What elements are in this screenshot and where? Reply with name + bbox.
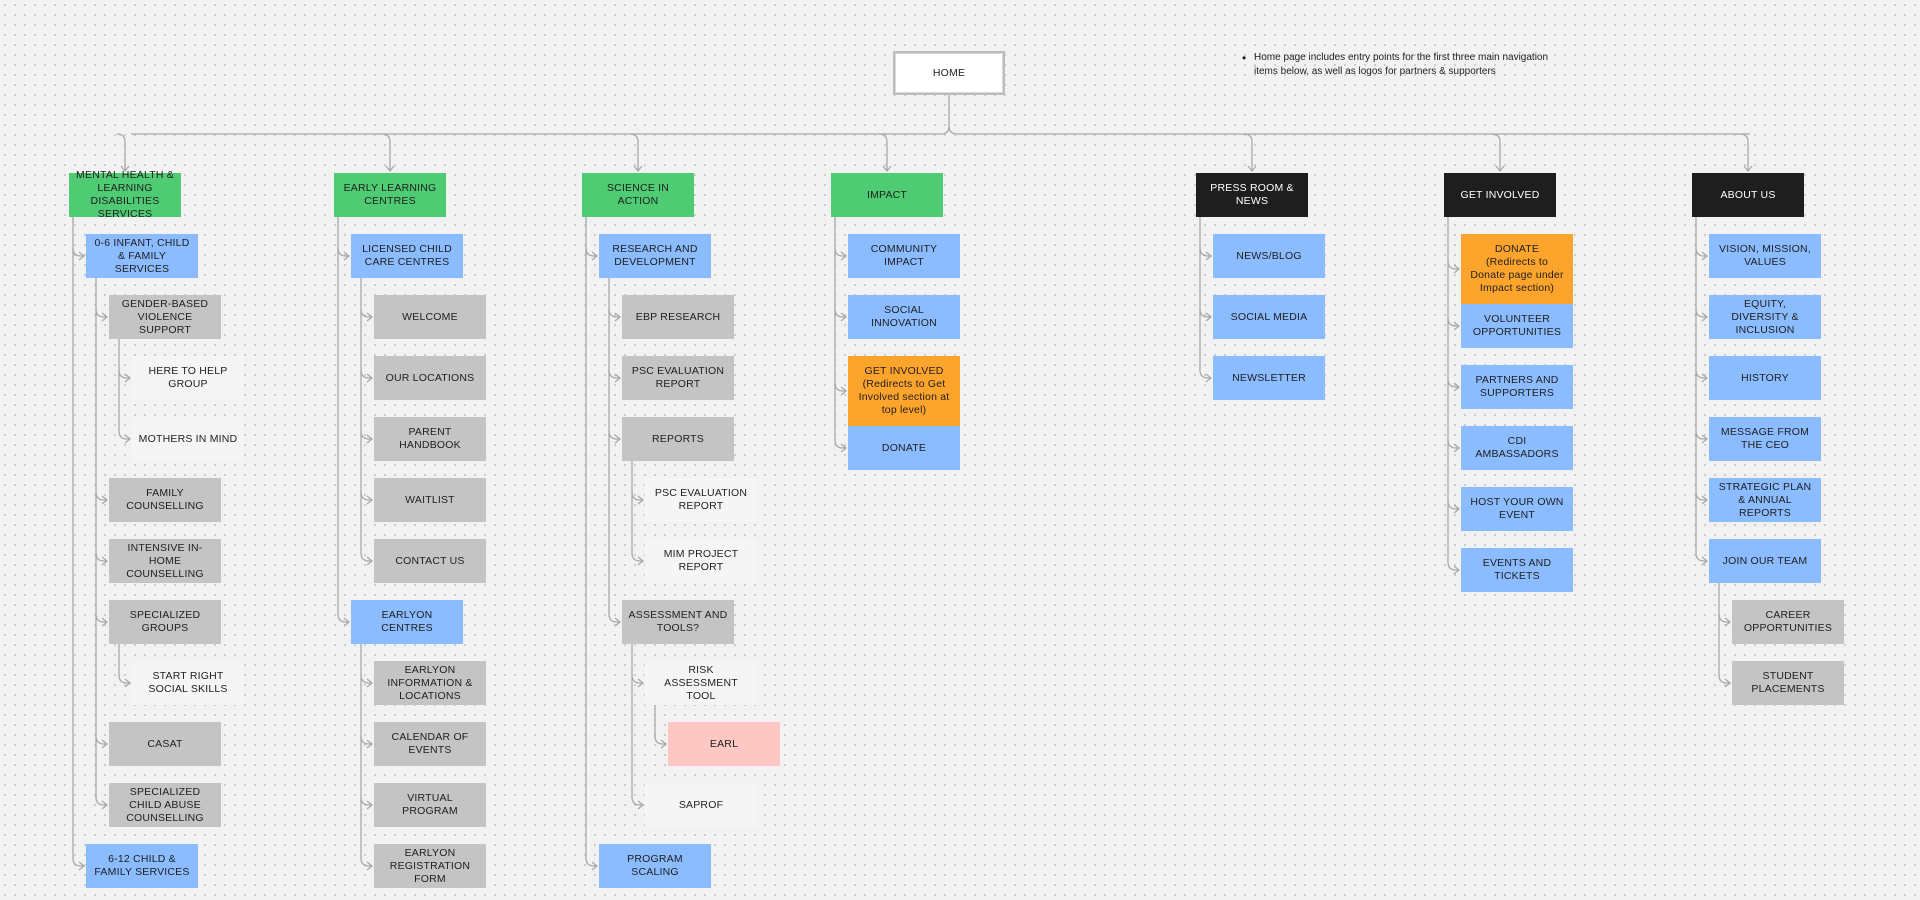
connector-drop [878,133,888,171]
connector-drop [1739,133,1749,171]
node-newsletter[interactable]: NEWSLETTER [1213,356,1325,400]
connector-home [940,95,950,135]
node-welcome[interactable]: WELCOME [374,295,486,339]
node-earlyon-centres[interactable]: EARLYON CENTRES [351,600,463,644]
node-career-opportunities[interactable]: CAREER OPPORTUNITIES [1732,600,1844,644]
node-casat[interactable]: CASAT [109,722,221,766]
connector-drop [116,133,126,171]
node-0-6-infant-child-family-services[interactable]: 0-6 INFANT, CHILD & FAMILY SERVICES [86,234,198,278]
bullet-icon: • [1242,51,1247,65]
node-cdi-ambassadors[interactable]: CDI AMBASSADORS [1461,426,1573,470]
node-psc-evaluation-report[interactable]: PSC EVALUATION REPORT [622,356,734,400]
column-header-science-in-action[interactable]: SCIENCE IN ACTION [582,173,694,217]
column-header-early-learning-centres[interactable]: EARLY LEARNING CENTRES [334,173,446,217]
connector-drop [629,133,639,171]
node-earlyon-registration-form[interactable]: EARLYON REGISTRATION FORM [374,844,486,888]
node-news-blog[interactable]: NEWS/BLOG [1213,234,1325,278]
node-social-innovation[interactable]: SOCIAL INNOVATION [848,295,960,339]
node-specialized-groups[interactable]: SPECIALIZED GROUPS [109,600,221,644]
node-join-our-team[interactable]: JOIN OUR TEAM [1709,539,1821,583]
node-psc-evaluation-report[interactable]: PSC EVALUATION REPORT [645,478,757,522]
node-social-media[interactable]: SOCIAL MEDIA [1213,295,1325,339]
node-specialized-child-abuse-counselling[interactable]: SPECIALIZED CHILD ABUSE COUNSELLING [109,783,221,827]
column-header-get-involved[interactable]: GET INVOLVED [1444,173,1556,217]
node-parent-handbook[interactable]: PARENT HANDBOOK [374,417,486,461]
column-header-about-us[interactable]: ABOUT US [1692,173,1804,217]
column-header-mental-health-learning-disabilities-services[interactable]: MENTAL HEALTH & LEARNING DISABILITIES SE… [69,169,181,220]
node-calendar-of-events[interactable]: CALENDAR OF EVENTS [374,722,486,766]
annotation-note: • Home page includes entry points for th… [1242,51,1554,79]
node-risk-assessment-tool[interactable]: RISK ASSESSMENT TOOL [645,661,757,705]
connector-drop [1243,133,1253,171]
node-message-from-the-ceo[interactable]: MESSAGE FROM THE CEO [1709,417,1821,461]
node-vision-mission-values[interactable]: VISION, MISSION, VALUES [1709,234,1821,278]
node-mim-project-report[interactable]: MIM PROJECT REPORT [645,539,757,583]
node-strategic-plan-annual-reports[interactable]: STRATEGIC PLAN & ANNUAL REPORTS [1709,478,1821,522]
node-program-scaling[interactable]: PROGRAM SCALING [599,844,711,888]
node-6-12-child-family-services[interactable]: 6-12 CHILD & FAMILY SERVICES [86,844,198,888]
node-assessment-and-tools[interactable]: ASSESSMENT AND TOOLS? [622,600,734,644]
node-research-and-development[interactable]: RESEARCH AND DEVELOPMENT [599,234,711,278]
node-mothers-in-mind[interactable]: MOTHERS IN MIND [132,417,244,461]
node-get-involved[interactable]: GET INVOLVED (Redirects to Get Involved … [848,356,960,426]
node-equity-diversity-inclusion[interactable]: EQUITY, DIVERSITY & INCLUSION [1709,295,1821,339]
node-contact-us[interactable]: CONTACT US [374,539,486,583]
connector-drop [1491,133,1501,171]
node-here-to-help-group[interactable]: HERE TO HELP GROUP [132,356,244,400]
node-ebp-research[interactable]: EBP RESEARCH [622,295,734,339]
node-history[interactable]: HISTORY [1709,356,1821,400]
home-node[interactable]: HOME [893,51,1005,95]
node-host-your-own-event[interactable]: HOST YOUR OWN EVENT [1461,487,1573,531]
node-gender-based-violence-support[interactable]: GENDER-BASED VIOLENCE SUPPORT [109,295,221,339]
column-header-impact[interactable]: IMPACT [831,173,943,217]
annotation-text: Home page includes entry points for the … [1254,52,1549,77]
connector-home [948,125,958,135]
node-our-locations[interactable]: OUR LOCATIONS [374,356,486,400]
node-virtual-program[interactable]: VIRTUAL PROGRAM [374,783,486,827]
node-volunteer-opportunities[interactable]: VOLUNTEER OPPORTUNITIES [1461,304,1573,348]
node-earl[interactable]: EARL [668,722,780,766]
node-start-right-social-skills[interactable]: START RIGHT SOCIAL SKILLS [132,661,244,705]
node-reports[interactable]: REPORTS [622,417,734,461]
connector-lines [72,95,1753,871]
node-intensive-in-home-counselling[interactable]: INTENSIVE IN-HOME COUNSELLING [109,539,221,583]
node-donate[interactable]: DONATE (Redirects to Donate page under I… [1461,234,1573,304]
node-community-impact[interactable]: COMMUNITY IMPACT [848,234,960,278]
connector-drop [381,133,391,171]
node-partners-and-supporters[interactable]: PARTNERS AND SUPPORTERS [1461,365,1573,409]
node-student-placements[interactable]: STUDENT PLACEMENTS [1732,661,1844,705]
node-saprof[interactable]: SAPROF [645,783,757,827]
column-header-press-room-news[interactable]: PRESS ROOM & NEWS [1196,173,1308,217]
node-waitlist[interactable]: WAITLIST [374,478,486,522]
node-events-and-tickets[interactable]: EVENTS AND TICKETS [1461,548,1573,592]
node-family-counselling[interactable]: FAMILY COUNSELLING [109,478,221,522]
node-donate[interactable]: DONATE [848,426,960,470]
node-earlyon-information-locations[interactable]: EARLYON INFORMATION & LOCATIONS [374,661,486,705]
node-licensed-child-care-centres[interactable]: LICENSED CHILD CARE CENTRES [351,234,463,278]
